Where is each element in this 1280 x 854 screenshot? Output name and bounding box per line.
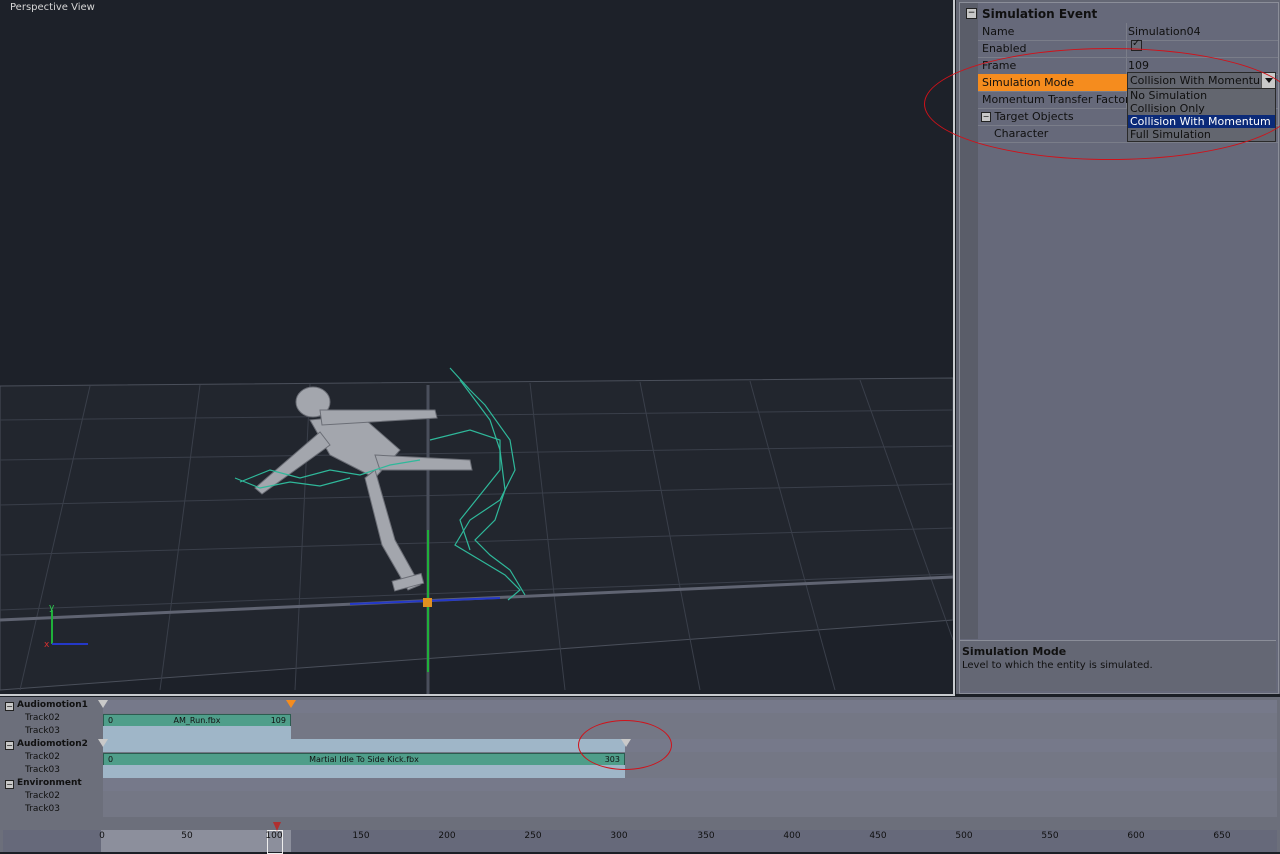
section-title: Simulation Event	[982, 7, 1098, 21]
timeline-track[interactable]: Track03	[3, 804, 1277, 817]
collapse-toggle-icon[interactable]: −	[5, 741, 14, 750]
timeline-panel: − Audiomotion1 Track02 0 AM_Run.fbx 109 T…	[0, 697, 1280, 852]
perspective-viewport[interactable]: Perspective View y x	[0, 0, 955, 696]
help-description: Level to which the entity is simulated.	[962, 660, 1153, 671]
ruler-range-highlight[interactable]	[101, 830, 291, 852]
timeline-group-environment[interactable]: − Environment	[3, 778, 1277, 791]
gizmo-handle	[423, 598, 432, 607]
start-marker-icon[interactable]	[98, 739, 108, 747]
timeline-ruler[interactable]: 0 50 100 150 200 250 300 350 400 450 500…	[3, 822, 1277, 854]
start-marker-icon[interactable]	[98, 700, 108, 708]
help-panel: Simulation Mode Level to which the entit…	[960, 640, 1276, 691]
annotation-ellipse-dropdown	[924, 48, 1280, 160]
timeline-group-audiomotion1[interactable]: − Audiomotion1	[3, 700, 1277, 713]
timeline-track[interactable]: Track02	[3, 791, 1277, 804]
annotation-ellipse-end-marker	[578, 720, 672, 770]
ground-grid	[0, 377, 953, 691]
event-marker-icon[interactable]	[286, 700, 296, 708]
help-title: Simulation Mode	[962, 645, 1067, 658]
name-value[interactable]: Simulation04	[1128, 25, 1201, 38]
svg-text:y: y	[49, 603, 55, 613]
collapse-toggle-icon[interactable]: −	[5, 702, 14, 711]
section-simulation-event[interactable]: − Simulation Event	[963, 6, 1278, 22]
collapse-toggle-icon[interactable]: −	[966, 8, 977, 19]
prop-row-name[interactable]: Name Simulation04	[978, 23, 1278, 41]
collapse-toggle-icon[interactable]: −	[5, 780, 14, 789]
svg-text:x: x	[44, 640, 50, 650]
playhead-icon[interactable]	[273, 822, 281, 831]
scene-render: y x	[0, 367, 953, 694]
